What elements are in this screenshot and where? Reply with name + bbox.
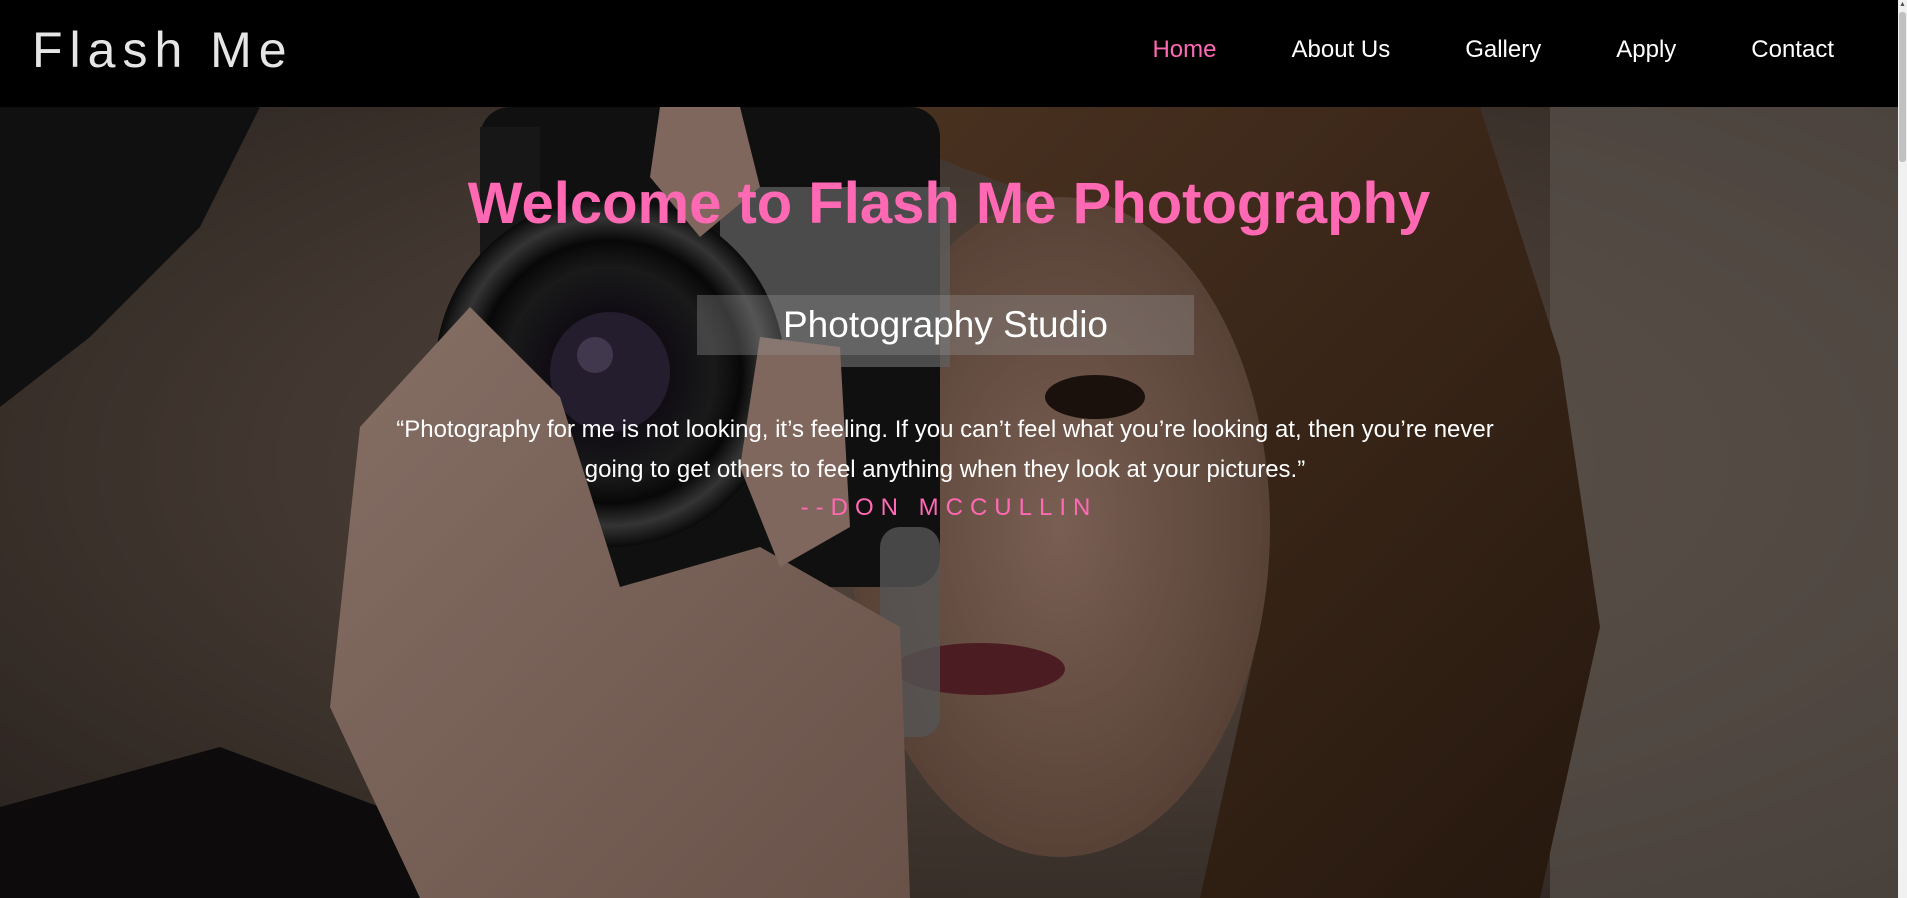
scrollbar-thumb[interactable] [1899,12,1906,162]
subtitle-box: Photography Studio [697,295,1194,355]
nav-contact[interactable]: Contact [1751,34,1834,66]
nav-about-us[interactable]: About Us [1291,34,1390,66]
hero-section: Welcome to Flash Me Photography Photogra… [0,107,1898,898]
quote-line-2: going to get others to feel anything whe… [584,456,1306,483]
top-navbar: Flash Me Home About Us Gallery Apply Con… [0,0,1898,107]
page-scrollbar[interactable]: ▲ [1898,0,1907,898]
page: Flash Me Home About Us Gallery Apply Con… [0,0,1907,898]
nav-apply[interactable]: Apply [1616,34,1676,66]
scroll-up-icon[interactable]: ▲ [1898,0,1907,10]
nav-home[interactable]: Home [1152,34,1216,66]
hero-content: Welcome to Flash Me Photography Photogra… [0,107,1898,898]
hero-quote: “Photography for me is not looking, it’s… [360,410,1530,490]
hero-title: Welcome to Flash Me Photography [467,171,1431,236]
quote-author: --DON MCCULLIN [800,494,1098,521]
brand-logo[interactable]: Flash Me [32,20,294,80]
hero-subtitle: Photography Studio [782,304,1108,345]
quote-line-1: “Photography for me is not looking, it’s… [396,416,1494,443]
nav-gallery[interactable]: Gallery [1465,34,1541,66]
main-nav: Home About Us Gallery Apply Contact [1077,34,1834,66]
